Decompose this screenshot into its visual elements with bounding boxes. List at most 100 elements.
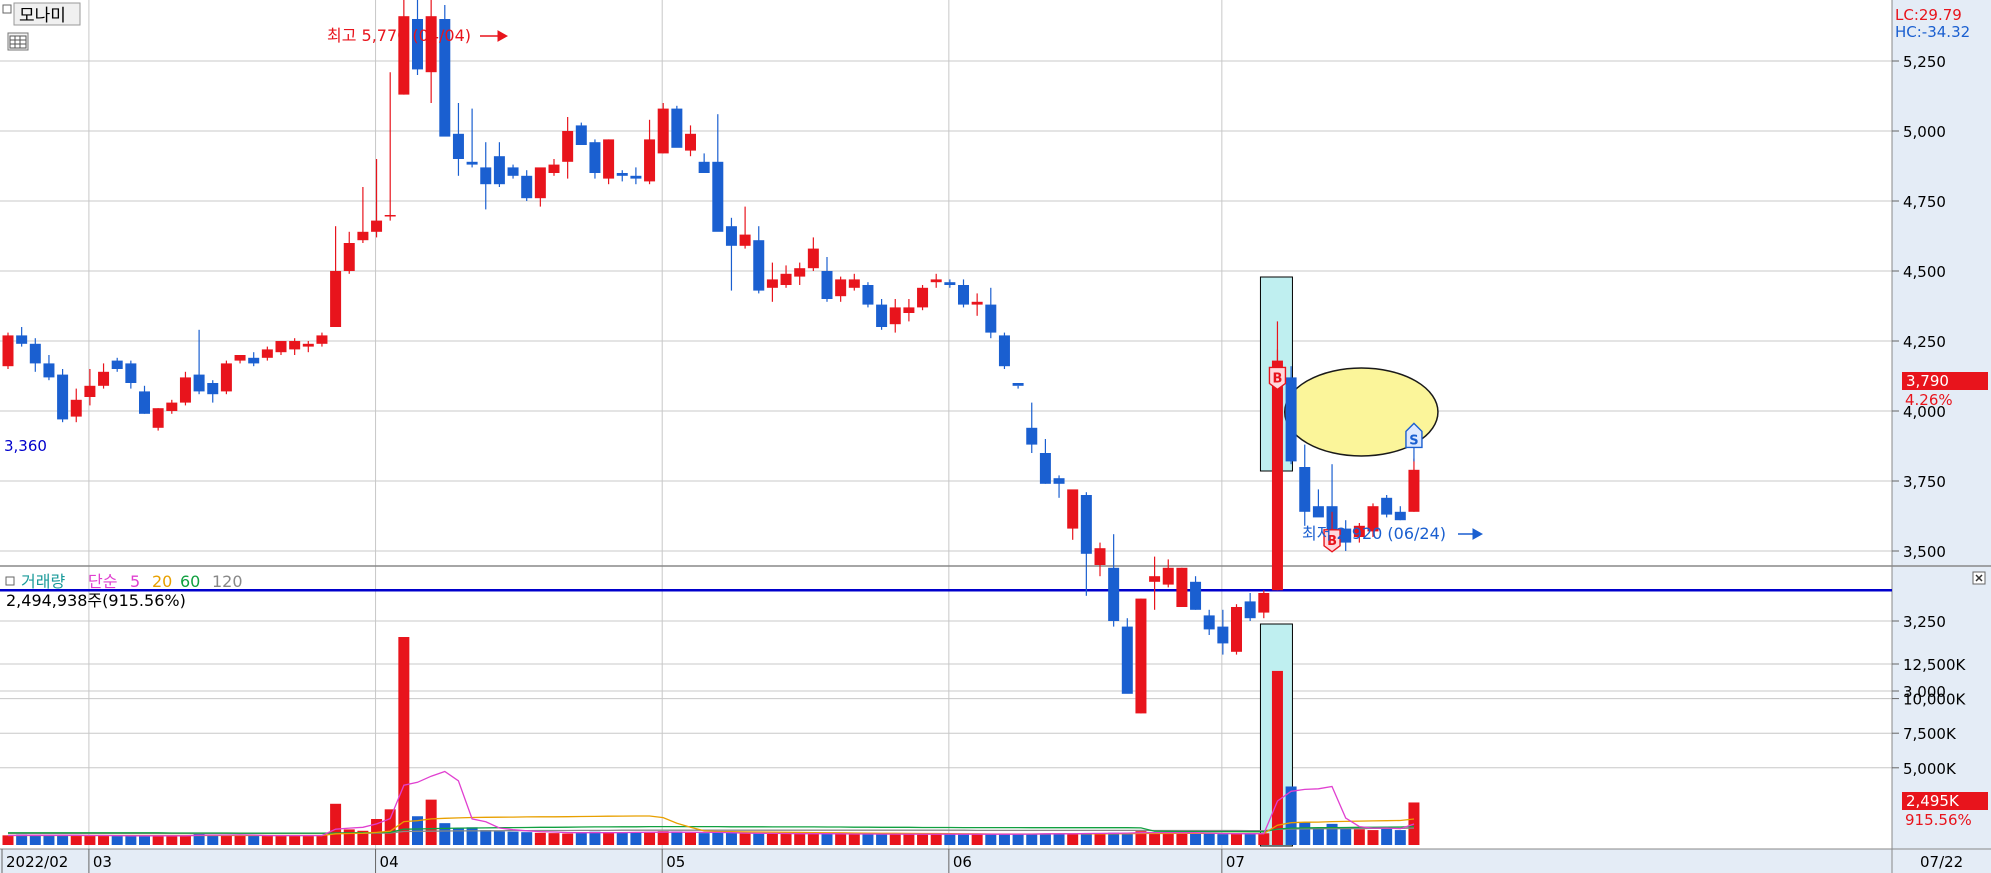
volume-bar: [1244, 833, 1256, 845]
candle-body: [903, 307, 915, 313]
date-axis-right-label: 07/22: [1920, 853, 1963, 871]
volume-bar: [289, 835, 301, 845]
candle-body: [207, 383, 219, 395]
volume-bar: [1026, 833, 1038, 845]
candle-body: [193, 374, 205, 392]
stock-name: 모나미: [19, 6, 66, 26]
volume-collapse-icon[interactable]: [5, 576, 15, 586]
candle-body: [1271, 360, 1283, 591]
volume-bar: [521, 832, 533, 845]
volume-legend-ma-type: 단순: [88, 572, 117, 591]
month-label: 03: [93, 853, 112, 871]
volume-bar: [712, 832, 724, 845]
last-volume-tag: 2,495K: [1902, 792, 1988, 810]
candle-body: [753, 240, 765, 291]
candle-body: [780, 273, 792, 285]
volume-bar: [29, 835, 41, 845]
candle: [1381, 495, 1393, 518]
price-tick-label: 5,250: [1903, 53, 1946, 71]
candle-body: [671, 108, 683, 148]
volume-legend-title: 거래량: [21, 572, 65, 591]
volume-bar: [1121, 832, 1133, 845]
candle-body: [1217, 626, 1229, 644]
candle-body: [139, 391, 150, 414]
volume-bar: [1340, 828, 1352, 845]
volume-bar: [739, 833, 751, 845]
volume-bar: [330, 803, 342, 845]
last-volume: 2,495K: [1906, 792, 1960, 810]
candle: [1121, 618, 1133, 694]
volume-bar: [84, 835, 96, 845]
candle-body: [343, 243, 355, 271]
volume-bar: [1217, 834, 1229, 845]
volume-bar: [835, 833, 847, 845]
candle-body: [616, 173, 628, 176]
candle-body: [16, 335, 28, 344]
volume-bar: [166, 835, 178, 845]
volume-bar: [1312, 828, 1324, 845]
table-icon[interactable]: [7, 32, 29, 51]
candle: [603, 139, 615, 185]
volume-bar: [958, 834, 969, 845]
candle-body: [521, 175, 533, 199]
volume-bar: [111, 836, 123, 845]
candle-body: [889, 307, 901, 325]
volume-bar: [57, 834, 69, 845]
last-price: 3,790: [1906, 372, 1949, 390]
candle-body: [43, 363, 55, 378]
volume-bar: [930, 834, 942, 845]
candle-body: [1408, 469, 1420, 512]
candle-body: [507, 167, 519, 176]
candle: [57, 369, 69, 423]
volume-bar: [152, 835, 164, 845]
volume-legend-ma60: 60: [180, 572, 200, 591]
collapse-icon[interactable]: [2, 4, 12, 14]
volume-bar: [275, 835, 287, 845]
volume-bar: [1271, 670, 1283, 845]
candle-body: [1012, 383, 1024, 386]
volume-bar: [1231, 833, 1242, 845]
candle-body: [644, 139, 656, 182]
volume-bar: [302, 835, 314, 845]
candle-body: [685, 133, 696, 151]
candle-body: [1176, 567, 1188, 607]
volume-bar: [589, 831, 601, 845]
volume-bar: [862, 834, 874, 845]
lc-label: LC:29.79: [1895, 6, 1962, 24]
sell-marker-letter: S: [1409, 433, 1418, 448]
volume-bar: [248, 835, 260, 845]
volume-legend-ma20: 20: [152, 572, 172, 591]
price-tick-label: 5,500: [1903, 0, 1946, 1]
candle-body: [1162, 567, 1174, 585]
volume-bar: [630, 832, 642, 845]
stock-name-tab[interactable]: 모나미: [2, 2, 81, 26]
hc-label: HC:-34.32: [1895, 23, 1970, 41]
close-icon[interactable]: [1972, 571, 1986, 585]
volume-bar: [725, 832, 737, 845]
volume-bar: [220, 835, 232, 845]
candle-body: [275, 341, 287, 353]
candle: [1285, 366, 1297, 465]
candle-body: [958, 285, 969, 305]
volume-bar: [971, 834, 983, 845]
volume-bar: [70, 835, 82, 845]
volume-bar: [1176, 833, 1188, 845]
candle-body: [1108, 567, 1120, 621]
candle-body: [821, 271, 833, 299]
candle-body: [1080, 495, 1092, 554]
candle: [1135, 598, 1147, 714]
volume-bar: [1149, 832, 1161, 845]
candle-body: [534, 167, 546, 199]
volume-bar: [316, 835, 328, 845]
volume-bar: [384, 809, 396, 845]
candle: [1231, 604, 1242, 655]
stock-chart[interactable]: BBS 5,5005,2505,0004,7504,5004,2504,0003…: [0, 0, 1991, 873]
candle-body: [384, 215, 396, 217]
volume-bar: [466, 827, 478, 845]
volume-bar: [439, 823, 451, 845]
volume-bar: [1039, 833, 1051, 845]
volume-bar: [207, 835, 219, 845]
volume-bar: [1053, 833, 1065, 845]
candle-body: [971, 301, 983, 305]
volume-bar: [753, 833, 765, 845]
